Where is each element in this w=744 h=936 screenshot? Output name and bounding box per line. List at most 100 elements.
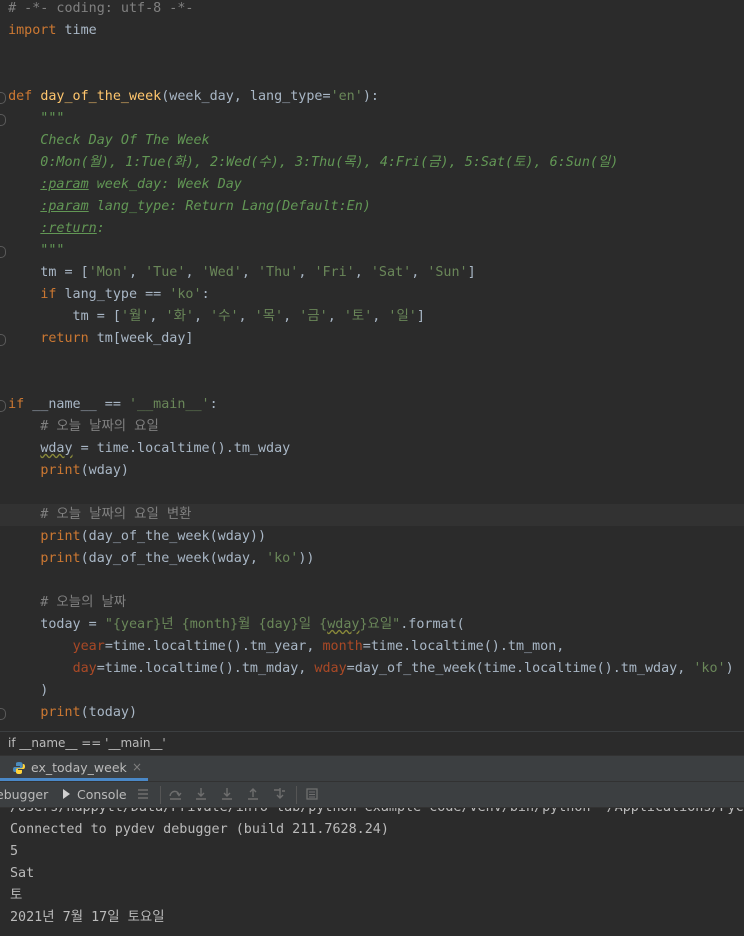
code-line[interactable]: :param week_day: Week Day: [0, 174, 744, 196]
code-token: wday: [314, 661, 347, 676]
code-line[interactable]: # 오늘 날짜의 요일 변환: [0, 504, 744, 526]
run-to-cursor-icon[interactable]: [272, 787, 286, 801]
code-token: # -*- coding: utf-8 -*-: [8, 1, 194, 16]
code-line[interactable]: tm = ['월', '화', '수', '목', '금', '토', '일']: [0, 306, 744, 328]
console-line: 5: [10, 844, 19, 859]
run-tab-ex-today-week[interactable]: ex_today_week ×: [0, 756, 148, 781]
code-token: :: [96, 221, 105, 236]
step-into-my-code-icon[interactable]: [220, 787, 234, 801]
code-line[interactable]: # -*- coding: utf-8 -*-: [0, 0, 744, 20]
code-token: ,: [354, 265, 371, 280]
code-line[interactable]: Check Day Of The Week: [0, 130, 744, 152]
debugger-tab[interactable]: ebugger: [0, 787, 48, 802]
code-line[interactable]: year=time.localtime().tm_year, month=tim…: [0, 636, 744, 658]
run-tab-label[interactable]: ex_today_week: [31, 760, 127, 775]
close-icon[interactable]: ×: [132, 760, 142, 774]
step-into-icon[interactable]: [194, 787, 208, 801]
step-out-icon[interactable]: [246, 787, 260, 801]
code-token: Check Day Of The Week: [8, 133, 210, 148]
code-token: (day_of_the_week(wday)): [80, 529, 267, 544]
code-token: )): [298, 551, 315, 566]
code-token: print: [40, 529, 81, 544]
breadcrumb[interactable]: if __name__ == '__main__': [0, 731, 744, 755]
code-line[interactable]: [0, 482, 744, 504]
console-tab[interactable]: Console: [77, 787, 127, 802]
code-line[interactable]: :return:: [0, 218, 744, 240]
console-output[interactable]: /Users/happytt/Data/Private/info-lab/pyt…: [0, 808, 744, 936]
evaluate-expression-icon[interactable]: [305, 787, 319, 801]
code-line[interactable]: return tm[week_day]: [0, 328, 744, 350]
code-line[interactable]: print(day_of_the_week(wday)): [0, 526, 744, 548]
code-token: ,: [283, 309, 300, 324]
code-line[interactable]: # 오늘의 날짜: [0, 592, 744, 614]
code-token: 'Fri': [314, 265, 355, 280]
code-token: 'en': [330, 89, 363, 104]
code-token: =time.localtime().tm_mday,: [96, 661, 315, 676]
code-token: 0:Mon(월), 1:Tue(화), 2:Wed(수), 3:Thu(목), …: [8, 155, 619, 170]
code-token: (wday): [80, 463, 129, 478]
code-line[interactable]: ): [0, 680, 744, 702]
code-line[interactable]: import time: [0, 20, 744, 42]
code-token: (week_day, lang_type=: [161, 89, 331, 104]
code-line[interactable]: if __name__ == '__main__':: [0, 394, 744, 416]
code-token: """: [8, 111, 65, 126]
code-line[interactable]: [0, 64, 744, 86]
code-token: ,: [372, 309, 389, 324]
code-line[interactable]: if lang_type == 'ko':: [0, 284, 744, 306]
code-token: if: [40, 287, 57, 302]
code-token: 'Sun': [427, 265, 468, 280]
code-token: '__main__': [129, 397, 210, 412]
code-line[interactable]: """: [0, 240, 744, 262]
step-over-icon[interactable]: [168, 787, 182, 801]
breadcrumb-label[interactable]: if __name__ == '__main__': [8, 736, 166, 750]
code-token: '목': [254, 309, 284, 324]
code-token: year: [72, 639, 105, 654]
code-line[interactable]: 0:Mon(월), 1:Tue(화), 2:Wed(수), 3:Thu(목), …: [0, 152, 744, 174]
code-token: def: [8, 89, 33, 104]
code-line[interactable]: def day_of_the_week(week_day, lang_type=…: [0, 86, 744, 108]
console-line: Connected to pydev debugger (build 211.7…: [10, 822, 389, 837]
menu-icon[interactable]: [136, 787, 150, 801]
code-line[interactable]: wday = time.localtime().tm_wday: [0, 438, 744, 460]
code-token: 'Wed': [201, 265, 242, 280]
console-line: 2021년 7월 17일 토요일: [10, 910, 165, 925]
code-token: wday: [327, 617, 360, 632]
code-token: =day_of_the_week(time.localtime().tm_wda…: [346, 661, 694, 676]
code-line[interactable]: print(today): [0, 702, 744, 724]
code-line[interactable]: day=time.localtime().tm_mday, wday=day_o…: [0, 658, 744, 680]
code-token: if: [8, 397, 25, 412]
code-editor[interactable]: # -*- coding: utf-8 -*- import time def …: [0, 0, 744, 731]
code-line[interactable]: :param lang_type: Return Lang(Default:En…: [0, 196, 744, 218]
code-line[interactable]: """: [0, 108, 744, 130]
code-line[interactable]: # 오늘 날짜의 요일: [0, 416, 744, 438]
code-line[interactable]: [0, 570, 744, 592]
code-token: 'Thu': [258, 265, 299, 280]
code-token: ): [8, 683, 49, 698]
code-line[interactable]: tm = ['Mon', 'Tue', 'Wed', 'Thu', 'Fri',…: [0, 262, 744, 284]
code-token: '월': [120, 309, 150, 324]
code-token: # 오늘 날짜의 요일 변환: [8, 507, 192, 522]
code-token: ,: [241, 265, 258, 280]
code-token: "{year}년 {month}월 {day}일 {: [104, 617, 328, 632]
code-token: (today): [80, 705, 138, 720]
code-token: lang_type: Return Lang(Default:En): [88, 199, 371, 214]
code-line[interactable]: [0, 372, 744, 394]
code-token: 'Mon': [88, 265, 129, 280]
code-token: print: [40, 705, 81, 720]
code-line[interactable]: today = "{year}년 {month}월 {day}일 {wday}요…: [0, 614, 744, 636]
code-line[interactable]: [0, 350, 744, 372]
code-token: day_of_the_week: [40, 89, 162, 104]
code-line[interactable]: print(day_of_the_week(wday, 'ko')): [0, 548, 744, 570]
code-token: 'ko': [266, 551, 299, 566]
code-line[interactable]: print(wday): [0, 460, 744, 482]
code-token: :param: [40, 199, 89, 214]
code-token: 'Sat': [370, 265, 412, 280]
code-line[interactable]: [0, 42, 744, 64]
